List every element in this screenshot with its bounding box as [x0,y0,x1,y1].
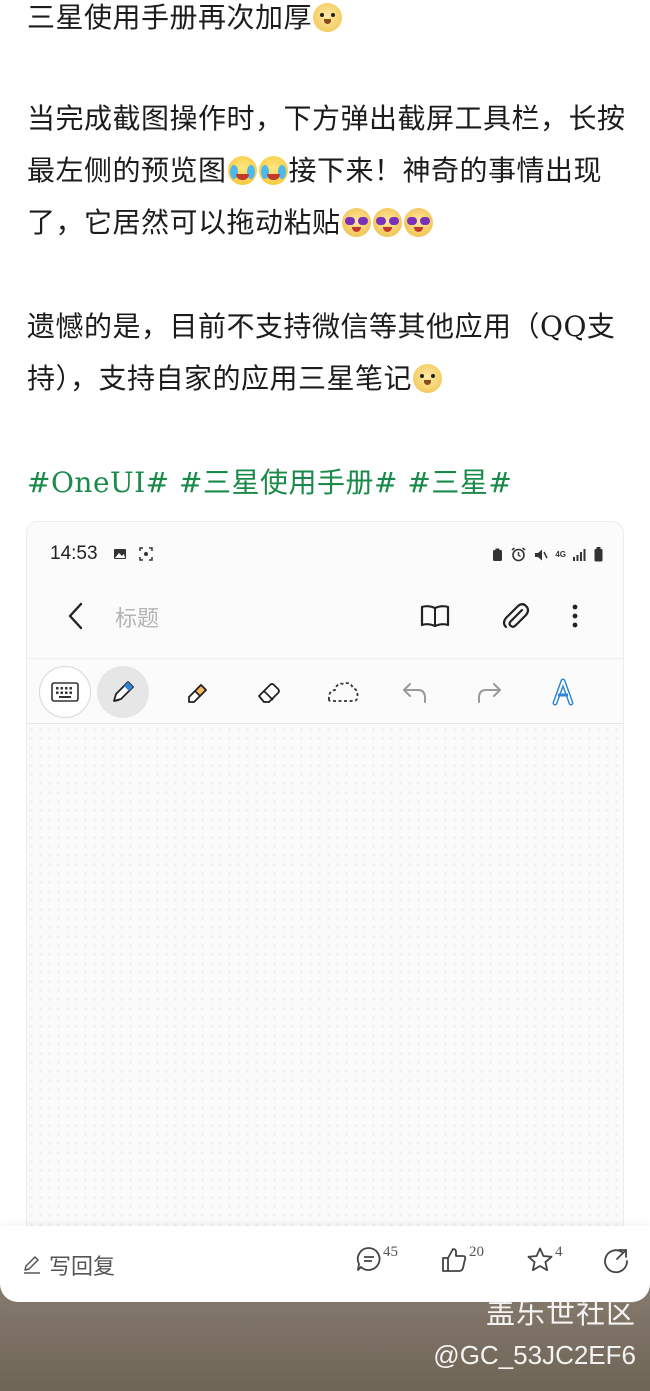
share-icon [604,1249,628,1274]
lasso-icon [327,682,359,702]
watermark-brand: 盖乐世社区 [485,1296,636,1330]
lasso-button[interactable] [317,666,369,718]
drawing-toolbar [27,658,623,724]
dog-emoji-icon [413,364,443,393]
status-time: 14:53 [50,543,98,564]
dog-emoji-icon [313,3,343,32]
note-canvas[interactable] [27,725,623,1260]
page: 三星使用手册再次加厚 当完成截图操作时，下方弹出截屏工具栏，长按最左侧的预览图接… [0,0,650,1391]
cool-emoji-icon [341,208,371,237]
star-icon [527,1247,553,1272]
network-type: 4G [555,550,566,559]
status-icons: 4G [491,547,603,562]
text-style-button[interactable] [537,666,589,718]
watermark-user: @GC_53JC2EF6 [433,1340,636,1370]
favorite-count: 4 [555,1244,563,1260]
mute-icon [535,549,548,560]
like-count: 20 [469,1244,484,1260]
keyboard-button[interactable] [39,666,91,718]
pen-icon [113,681,134,702]
more-vert-icon[interactable] [557,598,593,634]
hashtag-links[interactable]: #OneUI# #三星使用手册# #三星# [27,466,512,499]
alarm-icon [511,547,526,562]
keyboard-icon [51,682,79,702]
eraser-button[interactable] [243,666,295,718]
article-text: 三星使用手册再次加厚 [27,1,313,34]
highlighter-button[interactable] [171,666,223,718]
hashtags[interactable]: #OneUI# #三星使用手册# #三星# [27,457,627,509]
book-icon[interactable] [417,598,453,634]
undo-button[interactable] [389,666,441,718]
battery-icon [594,547,603,562]
write-reply-button[interactable]: 写回复 [22,1249,115,1281]
comment-icon [356,1247,381,1271]
chevron-left-icon[interactable] [61,598,91,634]
like-button[interactable]: 20 [440,1244,484,1274]
favorite-button[interactable]: 4 [526,1244,563,1274]
comment-count: 45 [383,1244,398,1260]
cool-emoji-icon [403,208,433,237]
cool-emoji-icon [372,208,402,237]
text-style-icon [552,678,574,706]
gallery-icon [114,549,126,559]
reply-label: 写回复 [49,1254,116,1279]
laugh-cry-emoji-icon [227,156,257,185]
post-image[interactable]: 14:53 4G 标题 [26,521,624,1261]
title-input[interactable]: 标题 [115,601,159,633]
note-header: 标题 [27,592,623,640]
screenshot-icon [139,547,153,561]
article-line-1: 三星使用手册再次加厚 [27,0,627,44]
redo-icon [478,683,501,703]
article-text: 遗憾的是，目前不支持微信等其他应用（QQ支持），支持自家的应用三星笔记 [27,310,616,395]
eraser-icon [258,683,280,703]
thumbs-up-icon [442,1248,467,1272]
article-paragraph-2: 当完成截图操作时，下方弹出截屏工具栏，长按最左侧的预览图 接下来！神奇的事情出现了… [27,93,627,249]
highlighter-icon [188,683,208,703]
status-bar: 14:53 4G [27,542,623,570]
signal-icon [573,549,586,561]
redo-button[interactable] [463,666,515,718]
pen-button[interactable] [97,666,149,718]
pencil-icon [24,1256,40,1274]
article-paragraph-3: 遗憾的是，目前不支持微信等其他应用（QQ支持），支持自家的应用三星笔记 [27,301,627,405]
laugh-cry-emoji-icon [258,156,288,185]
battery-saver-icon [493,548,503,561]
undo-icon [403,683,426,703]
share-button[interactable] [602,1246,630,1274]
comment-button[interactable]: 45 [356,1244,398,1272]
paperclip-icon[interactable] [497,598,533,634]
